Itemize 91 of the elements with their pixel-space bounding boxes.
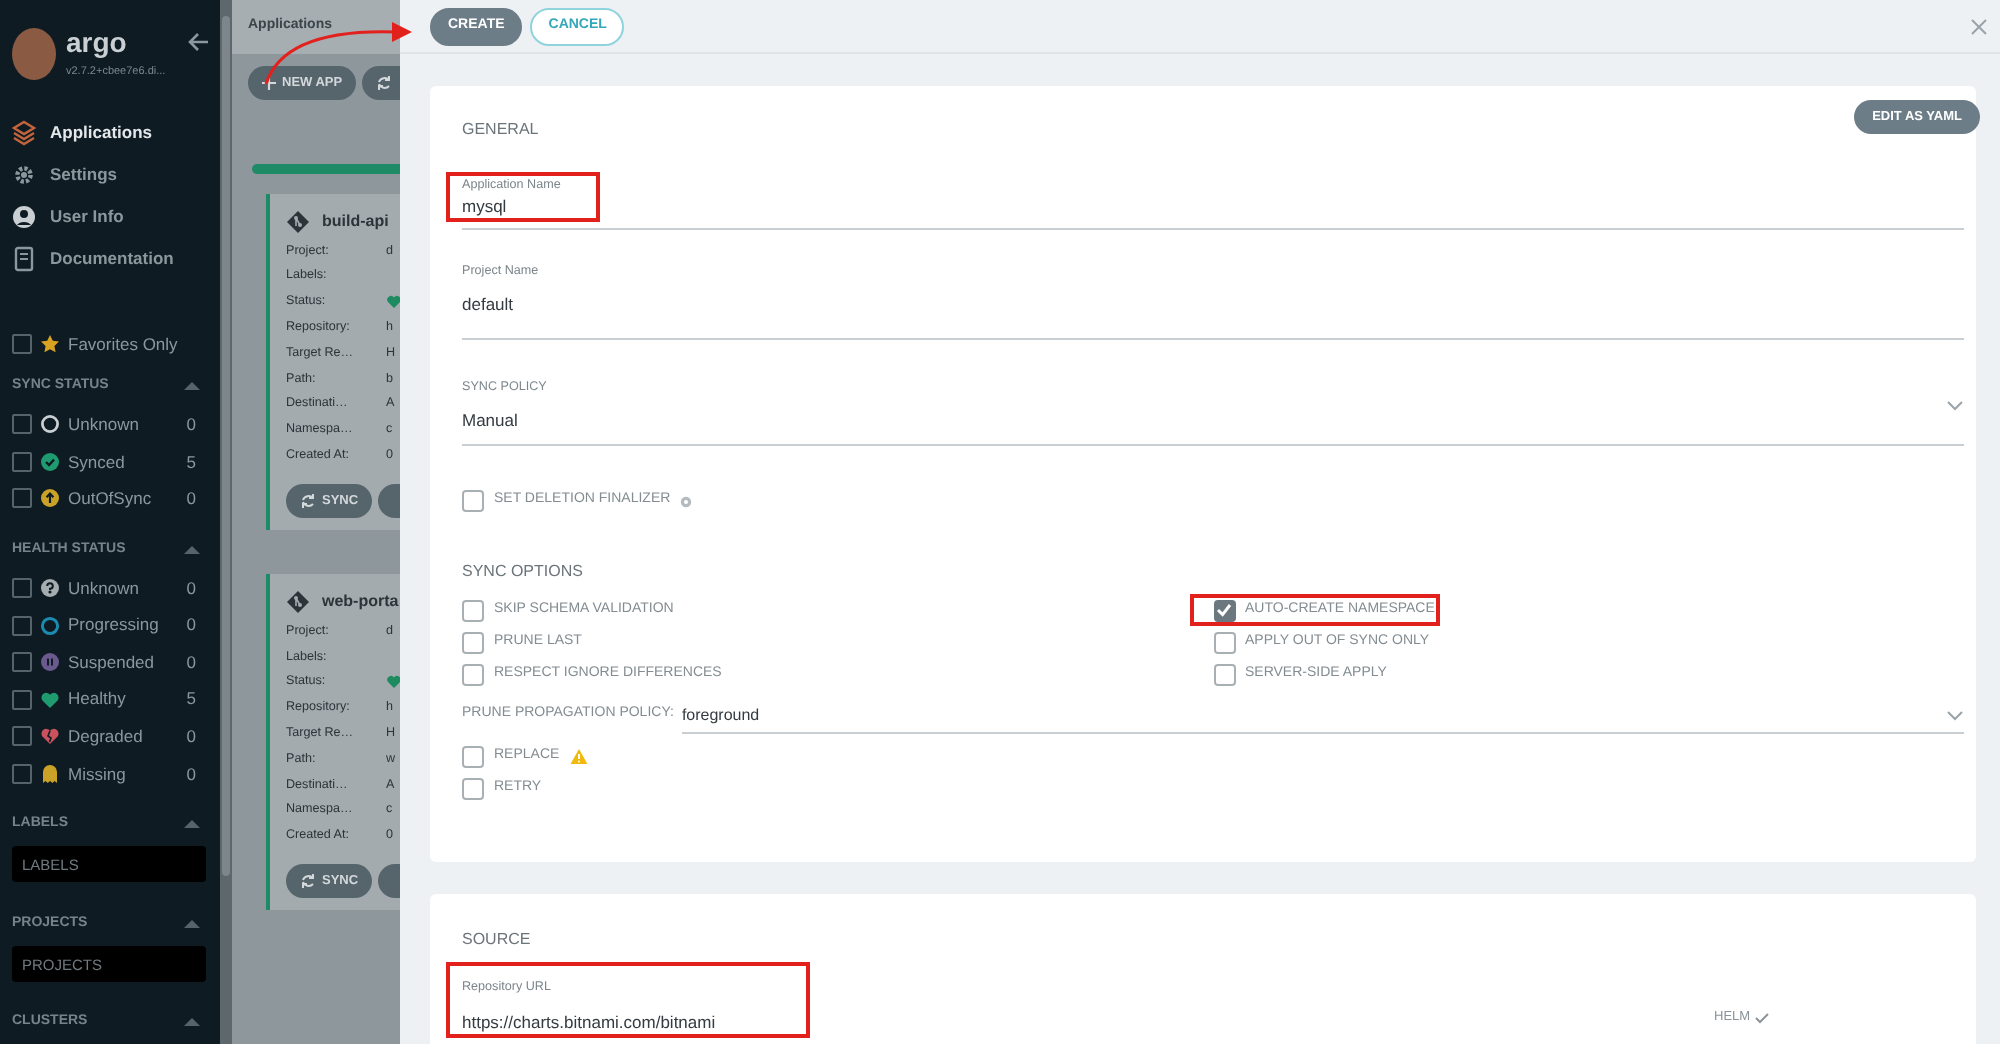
check-icon — [1216, 602, 1232, 618]
filter-label[interactable]: Degraded — [68, 724, 143, 750]
collapse-caret-icon[interactable] — [184, 545, 200, 554]
filter-label[interactable]: Synced — [68, 449, 125, 475]
ring-icon — [40, 414, 60, 435]
arrow-circle-icon — [40, 488, 60, 509]
ring-icon — [40, 615, 60, 636]
filter-label[interactable]: Progressing — [68, 612, 159, 639]
filter-label[interactable]: Healthy — [68, 686, 126, 713]
nav-item[interactable]: Applications — [12, 112, 220, 154]
git-icon — [286, 590, 310, 615]
sync-icon — [300, 872, 316, 891]
filter-count: 0 — [186, 411, 196, 438]
checkbox[interactable] — [12, 578, 32, 599]
heart-icon — [386, 293, 400, 310]
ghost-icon — [40, 764, 60, 785]
filter-count: 0 — [186, 612, 196, 639]
checkbox[interactable] — [462, 490, 484, 512]
star-icon — [40, 334, 60, 354]
close-icon — [1970, 17, 1988, 35]
filter-count: 0 — [186, 486, 196, 512]
field-value: foreground — [681, 703, 760, 727]
help-circle-icon — [40, 578, 60, 599]
section-title: SYNC OPTIONS — [462, 562, 585, 582]
field-value: mysql — [462, 194, 509, 218]
sync-icon — [376, 74, 393, 92]
app-name[interactable]: web-porta — [322, 590, 399, 615]
scrollbar-thumb[interactable] — [222, 16, 230, 876]
sync-icon — [300, 492, 316, 511]
user-icon — [12, 204, 36, 230]
nav-item[interactable]: User Info — [12, 196, 220, 238]
filter-label[interactable]: Favorites Only — [68, 331, 178, 357]
info-icon — [680, 495, 693, 507]
checkbox[interactable] — [1213, 663, 1235, 685]
checkbox[interactable] — [462, 663, 484, 685]
chevron-down-icon — [1946, 399, 1964, 411]
heart-icon — [386, 674, 400, 691]
field-value: https://charts.bitnami.com/bitnami — [462, 1010, 716, 1034]
collapse-caret-icon[interactable] — [184, 382, 200, 390]
logo-icon — [12, 28, 56, 80]
filter-label[interactable]: OutOfSync — [68, 486, 152, 512]
checkbox[interactable] — [462, 599, 484, 621]
checkbox[interactable] — [12, 334, 32, 354]
git-icon — [286, 210, 310, 234]
filter-count: 0 — [186, 575, 196, 601]
check-circle-icon — [40, 451, 60, 472]
collapse-caret-icon[interactable] — [184, 920, 200, 929]
chevron-down-icon — [1946, 709, 1964, 721]
check-icon — [1754, 1012, 1771, 1024]
filter-count: 0 — [186, 649, 196, 676]
filter-count: 0 — [186, 761, 196, 787]
plus-icon — [262, 76, 276, 90]
checkbox[interactable] — [12, 451, 32, 472]
filter-count: 0 — [186, 724, 196, 750]
filter-count: 5 — [186, 449, 196, 475]
layers-icon — [12, 120, 36, 146]
checkbox[interactable] — [12, 414, 32, 435]
heart-icon — [40, 689, 60, 710]
filter-label[interactable]: Missing — [68, 761, 126, 787]
select-field[interactable]: foreground — [681, 698, 1964, 734]
nav-item[interactable]: Documentation — [12, 238, 220, 280]
checkbox[interactable] — [1213, 631, 1235, 653]
filter-label[interactable]: Unknown — [68, 411, 139, 438]
checkbox[interactable] — [12, 488, 32, 509]
checkbox[interactable] — [12, 764, 32, 785]
checkbox[interactable] — [12, 689, 32, 710]
checkbox[interactable] — [462, 745, 484, 767]
checkbox[interactable] — [12, 615, 32, 636]
broken-heart-icon — [40, 726, 60, 747]
gear-icon — [12, 162, 36, 188]
checkbox[interactable] — [462, 631, 484, 653]
close-button[interactable] — [1970, 17, 1988, 35]
field-value: default — [462, 292, 516, 316]
document-icon — [12, 246, 36, 272]
nav-item[interactable]: Settings — [12, 154, 220, 196]
back-arrow-icon[interactable] — [188, 32, 210, 52]
pause-circle-icon — [40, 652, 60, 673]
filter-label[interactable]: Unknown — [68, 575, 139, 601]
app-name[interactable]: build-api — [322, 210, 389, 234]
section-title: SOURCE — [462, 930, 533, 950]
checkbox[interactable] — [12, 726, 32, 747]
section-title: GENERAL — [462, 120, 539, 140]
checkbox[interactable] — [12, 652, 32, 673]
filter-label[interactable]: Suspended — [68, 649, 155, 676]
checkbox[interactable] — [1213, 599, 1235, 621]
collapse-caret-icon[interactable] — [184, 820, 200, 829]
filter-count: 5 — [186, 686, 196, 713]
brand-name: argo — [66, 28, 129, 56]
field-value: Manual — [462, 408, 520, 432]
checkbox[interactable] — [462, 777, 484, 799]
collapse-caret-icon[interactable] — [184, 1018, 200, 1027]
